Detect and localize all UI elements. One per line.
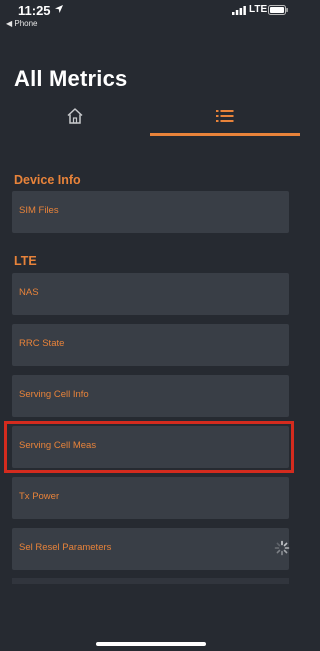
page-title: All Metrics: [14, 66, 128, 91]
list-item-label: RRC State: [19, 338, 65, 349]
list-item-sim-files[interactable]: SIM Files: [12, 191, 289, 233]
list-item-serving-cell-info[interactable]: Serving Cell Info: [12, 375, 289, 417]
list-item-label: SIM Files: [19, 205, 59, 216]
tab-selected-indicator: [150, 133, 300, 136]
signal-icon: [232, 6, 246, 15]
section-header-lte: LTE: [14, 254, 37, 268]
section-header-device-info: Device Info: [14, 173, 81, 187]
list-item-label: Tx Power: [19, 491, 60, 502]
highlight-box: [4, 421, 294, 473]
list-item-partial: [12, 578, 289, 584]
loading-spinner-icon: [274, 540, 290, 556]
network-type: LTE: [249, 4, 268, 15]
home-icon: [67, 108, 83, 124]
location-arrow-icon: [55, 5, 63, 13]
list-item-rrc-state[interactable]: RRC State: [12, 324, 289, 366]
tab-home[interactable]: [0, 96, 150, 136]
list-item-sel-resel-parameters[interactable]: Sel Resel Parameters: [12, 528, 290, 570]
list-item-nas[interactable]: NAS: [12, 273, 289, 315]
tab-bar: [0, 96, 300, 138]
status-time: 11:25: [18, 3, 51, 18]
home-indicator[interactable]: [96, 642, 206, 646]
list-icon: [216, 110, 234, 122]
battery-icon: [268, 5, 288, 15]
list-item-label: NAS: [19, 287, 39, 298]
tab-list[interactable]: [150, 96, 300, 136]
list-item-tx-power[interactable]: Tx Power: [12, 477, 289, 519]
back-to-phone-link[interactable]: ◀ Phone: [6, 19, 38, 28]
list-item-label: Serving Cell Info: [19, 389, 89, 400]
status-bar: 11:25 ◀ Phone LTE: [0, 0, 300, 32]
list-item-label: Sel Resel Parameters: [19, 542, 112, 553]
